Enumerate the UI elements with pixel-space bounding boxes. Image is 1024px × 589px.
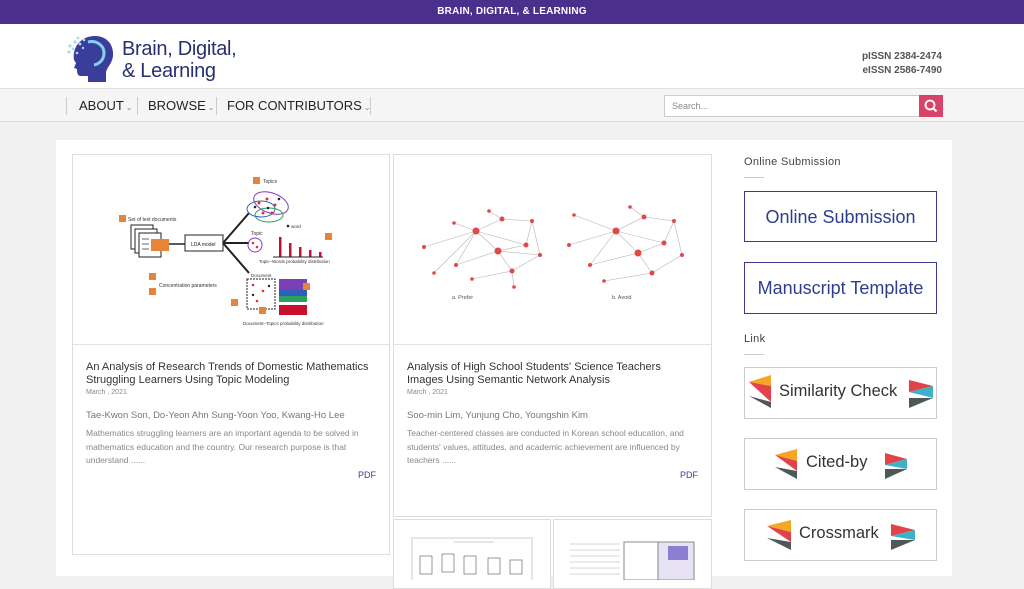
- lda-model-label: LDA model: [191, 242, 215, 248]
- search-input[interactable]: Search...: [664, 95, 920, 117]
- article-figure-thumbnail: [411, 537, 533, 583]
- article-card[interactable]: [553, 519, 712, 589]
- online-submission-heading: Online Submission: [744, 156, 841, 168]
- brain-head-logo-icon: [67, 36, 114, 82]
- search-icon: [924, 99, 938, 113]
- article-title[interactable]: Analysis of High School Students' Scienc…: [407, 361, 697, 387]
- cited-by-link[interactable]: Cited-by: [744, 438, 937, 490]
- nav-item-label: BROWSE: [148, 98, 206, 113]
- eissn: eISSN 2586-7490: [862, 65, 942, 76]
- crossmark-link[interactable]: Crossmark: [744, 509, 937, 561]
- nav-item-label: FOR CONTRIBUTORS: [227, 98, 362, 113]
- pdf-link[interactable]: PDF: [358, 470, 376, 480]
- heading-underline: [744, 354, 764, 355]
- article-authors: Soo-min Lim, Yunjung Cho, Youngshin Kim: [407, 410, 588, 421]
- topic-label: Topic: [251, 231, 263, 237]
- pissn: pISSN 2384-2474: [861, 51, 942, 62]
- article-figure-network[interactable]: a. Prefer b. Avoid: [394, 155, 711, 345]
- nav-item-browse[interactable]: BROWSE ⌄: [148, 89, 215, 123]
- topics-label: Topics: [263, 179, 278, 185]
- lda-diagram: Set of text documents LDA model Topics T…: [119, 177, 332, 326]
- nav-item-for-contributors[interactable]: FOR CONTRIBUTORS ⌄: [227, 89, 371, 123]
- nav-divider: [137, 97, 138, 115]
- similarity-check-link[interactable]: Similarity Check: [744, 367, 937, 419]
- nav-item-about[interactable]: ABOUT ⌄: [79, 89, 133, 123]
- nav-item-label: ABOUT: [79, 98, 124, 113]
- similarity-check-label: Similarity Check: [779, 382, 898, 400]
- article-date: March , 2021: [407, 389, 448, 396]
- nav-divider: [370, 97, 371, 115]
- article-card[interactable]: [393, 519, 551, 589]
- logo-line-1: Brain, Digital,: [122, 38, 237, 60]
- search-button[interactable]: [919, 95, 943, 117]
- doc-topics-label: Document–Topics probability distribution: [243, 321, 324, 326]
- topic-words-label: Topic–Words probability distribution: [259, 259, 330, 264]
- concentration-label: Concentration parameters: [159, 283, 217, 289]
- site-header: Brain, Digital, & Learning pISSN 2384-24…: [0, 24, 1024, 88]
- article-authors: Tae-Kwon Son, Do-Yeon Ahn Sung-Yoon Yoo,…: [86, 410, 345, 421]
- article-abstract: Teacher-centered classes are conducted i…: [407, 428, 684, 465]
- crossmark-label: Crossmark: [799, 524, 879, 542]
- article-figure-thumbnail: [570, 541, 695, 581]
- chevron-down-icon: ⌄: [125, 103, 133, 112]
- journal-logo-text: Brain, Digital, & Learning: [122, 38, 237, 82]
- pdf-link[interactable]: PDF: [680, 470, 698, 480]
- manuscript-template-button[interactable]: Manuscript Template: [744, 262, 937, 314]
- semantic-network-figure: a. Prefer b. Avoid: [422, 205, 684, 301]
- article-card[interactable]: a. Prefer b. Avoid Analysis of High Scho…: [393, 154, 712, 517]
- figure-label-avoid: b. Avoid: [612, 295, 631, 301]
- cited-by-label: Cited-by: [806, 453, 868, 471]
- article-abstract: Mathematics struggling learners are an i…: [86, 428, 359, 465]
- nav-divider: [216, 97, 217, 115]
- article-date: March , 2021: [86, 389, 127, 396]
- journal-logo[interactable]: Brain, Digital, & Learning: [66, 30, 246, 84]
- journal-top-bar: BRAIN, DIGITAL, & LEARNING: [0, 0, 1024, 24]
- logo-line-2: & Learning: [122, 60, 216, 82]
- article-figure-lda[interactable]: Set of text documents LDA model Topics T…: [73, 155, 389, 345]
- link-heading: Link: [744, 333, 766, 345]
- heading-underline: [744, 177, 764, 178]
- article-card[interactable]: Set of text documents LDA model Topics T…: [72, 154, 390, 555]
- word-label: word: [291, 224, 301, 229]
- set-docs-label: Set of text documents: [128, 217, 177, 223]
- journal-top-title: BRAIN, DIGITAL, & LEARNING: [437, 6, 587, 17]
- figure-label-prefer: a. Prefer: [452, 295, 473, 301]
- issn-block: pISSN 2384-2474 eISSN 2586-7490: [862, 50, 942, 78]
- main-navigation: ABOUT ⌄ BROWSE ⌄ FOR CONTRIBUTORS ⌄ Search.…: [0, 88, 1024, 122]
- online-submission-button[interactable]: Online Submission: [744, 191, 937, 242]
- document-label: Document: [251, 273, 272, 278]
- article-title[interactable]: An Analysis of Research Trends of Domest…: [86, 361, 376, 387]
- chevron-down-icon: ⌄: [207, 103, 215, 112]
- nav-divider: [66, 97, 67, 115]
